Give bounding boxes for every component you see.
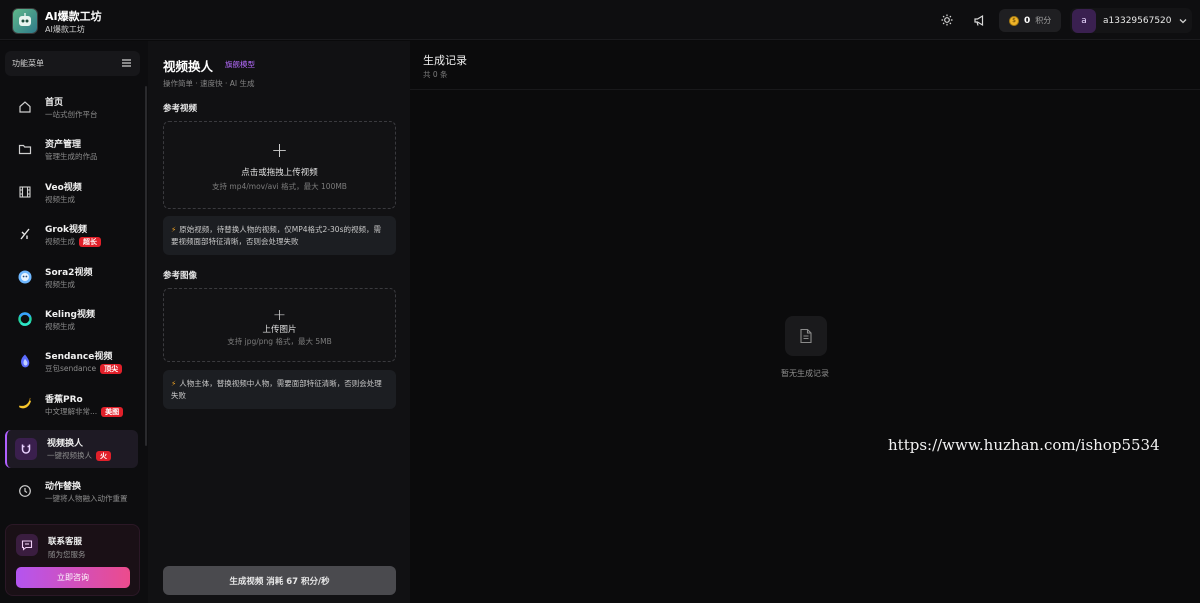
sidebar-item-sub: 视频生成 超长 (45, 236, 101, 247)
sidebar-item-video-face-swap[interactable]: 视频换人 一键视频换人火 (5, 430, 138, 468)
support-subtitle: 随为您服务 (48, 550, 86, 559)
generate-video-button[interactable]: 生成视频 消耗 67 积分/秒 (163, 566, 396, 595)
contact-now-button[interactable]: 立即咨询 (16, 567, 130, 588)
sidebar-item-sub: 一站式创作平台 (45, 110, 98, 119)
sun-icon[interactable] (939, 12, 955, 28)
top-bar: AI爆款工坊 AI爆款工坊 $ 0 积分 a a13329567520 (0, 0, 1200, 40)
support-title: 联系客服 (48, 537, 83, 547)
video-upload-hint: 支持 mp4/mov/avi 格式，最大 100MB (212, 182, 347, 191)
sidebar-item-assets[interactable]: 资产管理 管理生成的作品 (5, 131, 138, 169)
sidebar-item-sub: 视频生成 (45, 322, 75, 331)
records-title: 生成记录 (423, 54, 467, 67)
menu-collapse-icon[interactable] (121, 58, 132, 68)
points-balance[interactable]: $ 0 积分 (999, 9, 1061, 32)
sidebar-item-grok[interactable]: Grok视频 视频生成 超长 (5, 216, 138, 254)
sidebar-item-sendance[interactable]: Sendance视频 豆包sendance 顶尖 (5, 343, 138, 381)
sidebar-item-label: Sora2视频 (45, 268, 93, 278)
lightning-icon: ⚡ (171, 225, 177, 234)
megaphone-icon[interactable] (971, 12, 987, 28)
sidebar-item-label: 首页 (45, 98, 64, 108)
home-icon (17, 99, 33, 115)
config-panel: 视频换人 旗舰模型 操作简单 · 速度快 · AI 生成 参考视频 + 点击或拖… (148, 41, 410, 603)
sidebar-item-label: 动作替换 (45, 482, 82, 492)
app-subtitle: AI爆款工坊 (45, 25, 85, 34)
sidebar-item-sub: 管理生成的作品 (45, 152, 98, 161)
sidebar-item-sora2[interactable]: Sora2视频 视频生成 (5, 259, 138, 297)
folder-icon (17, 141, 33, 157)
sidebar-item-label: 资产管理 (45, 140, 82, 150)
username: a13329567520 (1103, 15, 1172, 26)
sidebar-item-label: Sendance视频 (45, 352, 113, 362)
coin-icon: $ (1009, 15, 1019, 26)
kling-icon (17, 311, 33, 327)
tag-badge: 美图 (101, 407, 124, 417)
points-value: 0 (1024, 15, 1031, 26)
avatar: a (1072, 8, 1096, 33)
reference-image-label: 参考图像 (163, 271, 198, 281)
image-upload-dropzone[interactable]: + 上传图片 支持 jpg/png 格式，最大 5MB (163, 288, 396, 362)
sidebar-item-label: Grok视频 (45, 225, 87, 235)
sidebar-item-motion-swap[interactable]: 动作替换 一键将人物融入动作重置 (5, 473, 138, 511)
sidebar-item-label: Veo视频 (45, 183, 82, 193)
film-icon (17, 184, 33, 200)
points-unit: 积分 (1035, 16, 1052, 25)
reference-video-label: 参考视频 (163, 104, 198, 114)
sidebar-item-label: 视频换人 (47, 439, 84, 449)
sidebar: 功能菜单 首页 一站式创作平台 资产管理 管理生成的作品 Veo视频 视频生成 … (0, 41, 148, 603)
watermark-url: https://www.huzhan.com/ishop5534 (888, 436, 1160, 454)
video-note: ⚡ 原始视频，待替换人物的视频，仅MP4格式2-30s的视频，需要视频面部特征清晰… (163, 216, 396, 255)
tag-badge: 超长 (79, 237, 101, 247)
support-card: 联系客服 随为您服务 立即咨询 (5, 524, 140, 596)
user-menu[interactable]: a a13329567520 (1070, 8, 1192, 33)
robot-avatar-icon[interactable] (12, 8, 38, 34)
records-area: 生成记录 共 0 条 暂无生成记录 (410, 41, 1200, 603)
seedance-icon (17, 353, 33, 369)
plus-icon: + (272, 305, 287, 324)
plus-icon: + (271, 138, 288, 162)
menu-header[interactable]: 功能菜单 (5, 51, 140, 76)
page-subtitle: 操作简单 · 速度快 · AI 生成 (163, 79, 255, 88)
sidebar-item-sub: 中文理解非常... 美图 (45, 406, 124, 417)
sidebar-item-sub: 一键将人物融入动作重置 (45, 494, 128, 503)
banana-icon (17, 396, 33, 412)
clock-icon (17, 483, 33, 499)
app-title: AI爆款工坊 (45, 10, 102, 23)
sidebar-item-label: Keling视频 (45, 310, 95, 320)
sidebar-item-sub: 豆包sendance 顶尖 (45, 363, 123, 374)
sidebar-item-home[interactable]: 首页 一站式创作平台 (5, 89, 138, 127)
sidebar-item-sub: 视频生成 (45, 280, 75, 289)
tag-badge: 顶尖 (100, 364, 123, 374)
sora-icon (17, 269, 33, 285)
image-upload-label: 上传图片 (262, 325, 297, 335)
sidebar-item-sub: 一键视频换人火 (47, 450, 111, 461)
empty-state-text: 暂无生成记录 (781, 369, 829, 378)
menu-title: 功能菜单 (12, 59, 44, 68)
document-icon (785, 316, 827, 356)
tag-badge: 火 (96, 451, 111, 461)
records-count: 共 0 条 (423, 70, 448, 79)
chevron-down-icon (1179, 18, 1186, 23)
image-upload-hint: 支持 jpg/png 格式，最大 5MB (227, 337, 332, 346)
chat-icon (16, 534, 38, 556)
sidebar-item-keling[interactable]: Keling视频 视频生成 (5, 301, 138, 339)
sidebar-item-banana-pro[interactable]: 香蕉PRo 中文理解非常... 美图 (5, 386, 138, 424)
model-badge: 旗舰模型 (225, 60, 255, 69)
video-upload-dropzone[interactable]: + 点击或拖拽上传视频 支持 mp4/mov/avi 格式，最大 100MB (163, 121, 396, 209)
sidebar-item-sub: 视频生成 (45, 195, 75, 204)
image-note: ⚡ 人物主体，替换视频中人物，需要面部特征清晰，否则会处理失败 (163, 370, 396, 409)
magnet-icon (15, 438, 37, 460)
page-title: 视频换人 (163, 59, 214, 74)
sidebar-scrollbar[interactable] (145, 86, 147, 446)
lightning-icon: ⚡ (171, 379, 177, 388)
sidebar-item-label: 香蕉PRo (45, 395, 83, 405)
video-upload-label: 点击或拖拽上传视频 (241, 168, 318, 178)
grok-icon (17, 226, 33, 242)
sidebar-item-veo[interactable]: Veo视频 视频生成 (5, 174, 138, 212)
records-header: 生成记录 共 0 条 (410, 41, 1200, 90)
